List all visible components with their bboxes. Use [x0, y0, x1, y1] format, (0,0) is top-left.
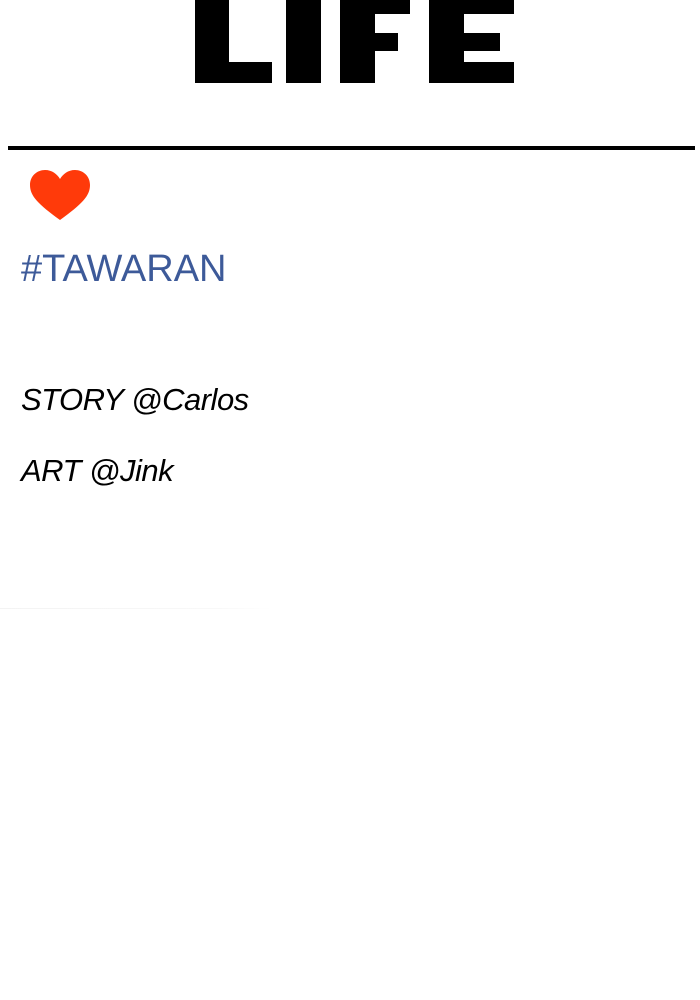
faint-divider: [0, 608, 272, 609]
story-credit: STORY @Carlos: [21, 382, 249, 417]
art-credit: ART @Jink: [21, 453, 174, 488]
heart-icon: [28, 168, 92, 224]
header-divider: [8, 146, 695, 150]
title-logo: [195, 0, 514, 83]
hashtag-label: #TAWARAN: [21, 248, 227, 290]
